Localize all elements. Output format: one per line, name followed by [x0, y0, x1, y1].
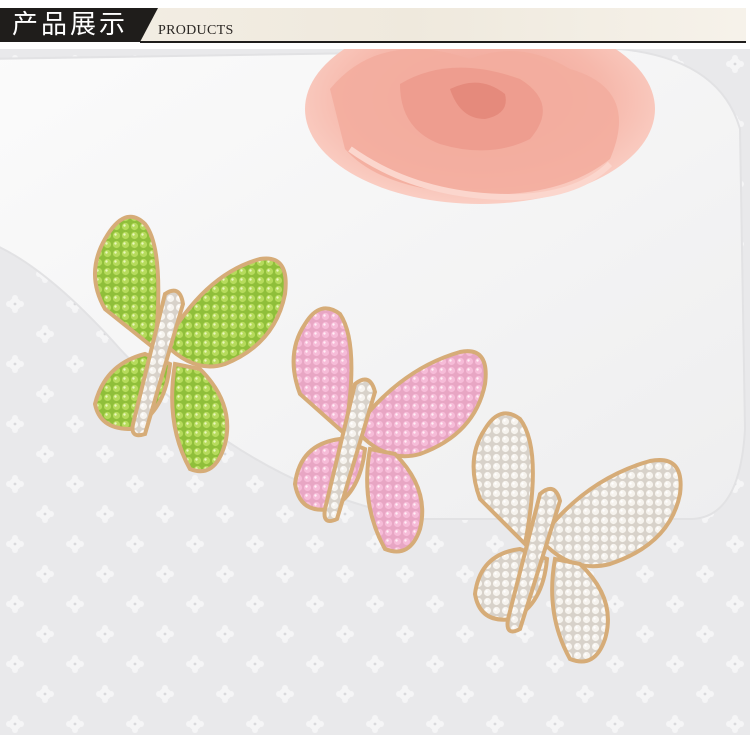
page-subtitle: PRODUCTS	[158, 23, 234, 38]
header-underline	[140, 41, 746, 43]
header-title-notch	[140, 8, 158, 42]
product-photo-illustration	[0, 49, 750, 735]
product-header: 产品展示 PRODUCTS	[0, 0, 750, 46]
product-photo	[0, 49, 750, 735]
page-title: 产品展示	[12, 10, 129, 40]
